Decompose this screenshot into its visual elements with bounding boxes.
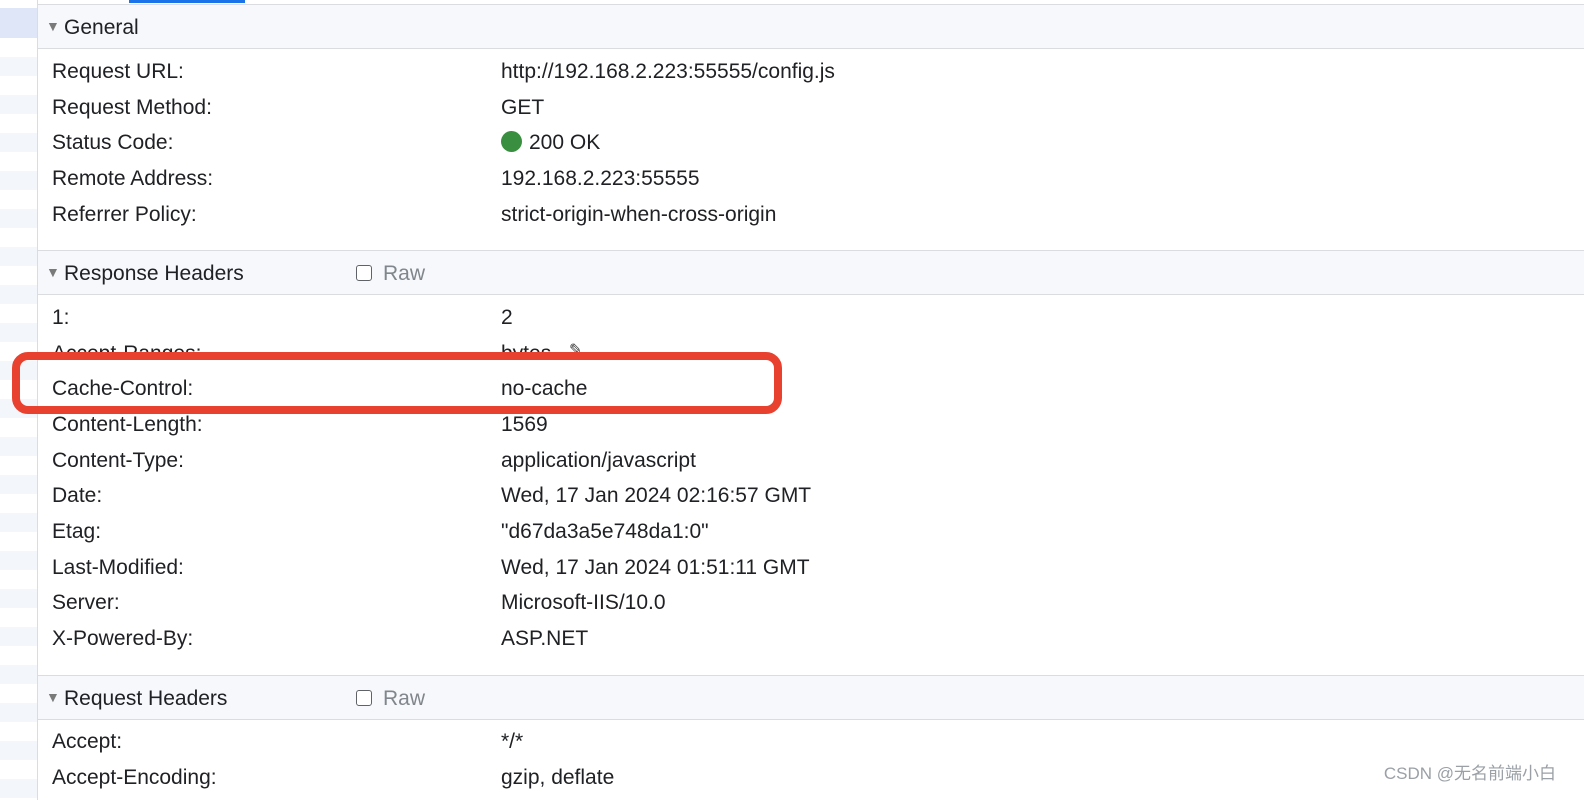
- response-row-date: Date: Wed, 17 Jan 2024 02:16:57 GMT: [52, 484, 1552, 510]
- header-key: X-Powered-By:: [52, 627, 194, 650]
- section-header-response-headers[interactable]: ▼ Response Headers Raw: [38, 250, 1584, 295]
- response-row: 1: 2: [52, 306, 1552, 332]
- header-value[interactable]: Wed, 17 Jan 2024 01:51:11 GMT: [501, 556, 810, 580]
- header-key: Content-Length:: [52, 413, 203, 436]
- header-key: Content-Type:: [52, 449, 184, 472]
- general-row-referrer-policy: Referrer Policy: strict-origin-when-cros…: [52, 203, 1552, 229]
- header-key: Etag:: [52, 520, 102, 543]
- header-value[interactable]: application/javascript: [501, 449, 696, 473]
- headers-panel: ▼ General Request URL: http://192.168.2.…: [0, 0, 1584, 800]
- triangle-down-icon[interactable]: ▼: [46, 689, 60, 705]
- general-row-status-code: Status Code: 200 OK: [52, 131, 1552, 157]
- header-value[interactable]: GET: [501, 96, 544, 120]
- header-value[interactable]: "d67da3a5e748da1:0": [501, 520, 709, 544]
- request-row-accept: Accept: */*: [52, 730, 1552, 756]
- section-title-response-headers: Response Headers: [64, 262, 244, 285]
- header-value[interactable]: ASP.NET: [501, 627, 588, 651]
- header-key: 1:: [52, 306, 70, 329]
- request-row-accept-encoding: Accept-Encoding: gzip, deflate: [52, 766, 1552, 792]
- highlight-annotation-box: [12, 352, 782, 414]
- header-key: Accept:: [52, 730, 123, 753]
- header-value[interactable]: */*: [501, 730, 523, 754]
- response-row-etag: Etag: "d67da3a5e748da1:0": [52, 520, 1552, 546]
- response-row-content-length: Content-Length: 1569: [52, 413, 1552, 439]
- header-value[interactable]: Wed, 17 Jan 2024 02:16:57 GMT: [501, 484, 811, 508]
- section-header-general[interactable]: ▼ General: [38, 4, 1584, 49]
- header-value[interactable]: 1569: [501, 413, 548, 437]
- header-key: Remote Address:: [52, 167, 214, 190]
- header-key: Server:: [52, 591, 120, 614]
- general-row-remote-address: Remote Address: 192.168.2.223:55555: [52, 167, 1552, 193]
- header-key: Accept-Encoding:: [52, 766, 217, 789]
- raw-label: Raw: [383, 687, 426, 710]
- section-title-request-headers: Request Headers: [64, 687, 228, 710]
- section-header-request-headers[interactable]: ▼ Request Headers Raw: [38, 675, 1584, 720]
- header-value[interactable]: http://192.168.2.223:55555/config.js: [501, 60, 835, 84]
- response-row-content-type: Content-Type: application/javascript: [52, 449, 1552, 475]
- header-value[interactable]: strict-origin-when-cross-origin: [501, 203, 776, 227]
- raw-label: Raw: [383, 262, 426, 285]
- triangle-down-icon[interactable]: ▼: [46, 264, 60, 280]
- header-key: Referrer Policy:: [52, 203, 197, 226]
- status-text: 200 OK: [529, 131, 601, 154]
- header-value[interactable]: 2: [501, 306, 513, 330]
- header-key: Date:: [52, 484, 103, 507]
- header-key: Status Code:: [52, 131, 174, 154]
- header-key: Request URL:: [52, 60, 184, 83]
- status-dot-icon: [501, 131, 522, 152]
- raw-checkbox[interactable]: [356, 690, 372, 706]
- general-row-request-method: Request Method: GET: [52, 96, 1552, 122]
- response-row-server: Server: Microsoft-IIS/10.0: [52, 591, 1552, 617]
- triangle-down-icon[interactable]: ▼: [46, 18, 60, 34]
- response-row-last-modified: Last-Modified: Wed, 17 Jan 2024 01:51:11…: [52, 556, 1552, 582]
- header-value[interactable]: 200 OK: [501, 131, 600, 155]
- header-value[interactable]: gzip, deflate: [501, 766, 614, 790]
- active-tab-indicator: [129, 0, 245, 3]
- watermark: CSDN @无名前端小白: [1383, 764, 1556, 783]
- section-title-general: General: [64, 16, 139, 39]
- header-value[interactable]: 192.168.2.223:55555: [501, 167, 700, 191]
- general-row-request-url: Request URL: http://192.168.2.223:55555/…: [52, 60, 1552, 86]
- raw-checkbox[interactable]: [356, 265, 372, 281]
- header-value[interactable]: Microsoft-IIS/10.0: [501, 591, 666, 615]
- header-key: Request Method:: [52, 96, 212, 119]
- response-row-x-powered-by: X-Powered-By: ASP.NET: [52, 627, 1552, 653]
- header-key: Last-Modified:: [52, 556, 184, 579]
- selected-request-row[interactable]: [0, 8, 37, 38]
